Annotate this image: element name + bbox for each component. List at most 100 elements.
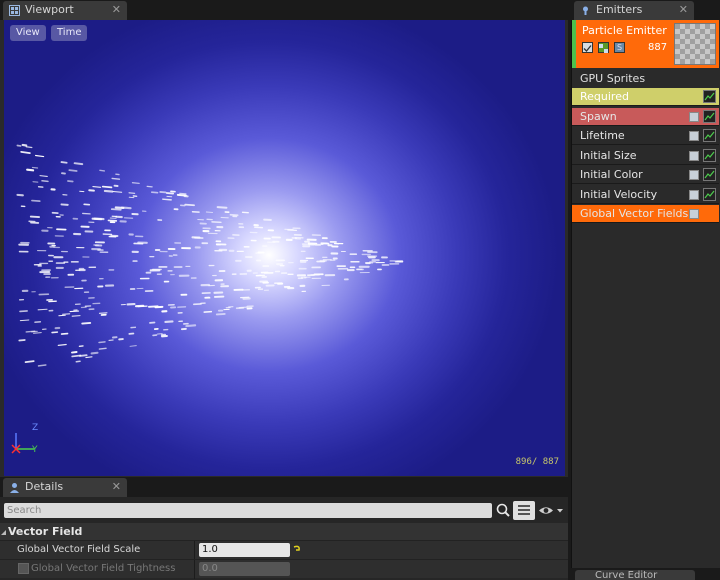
particle bbox=[60, 332, 69, 335]
module-row[interactable]: Initial Color bbox=[572, 166, 719, 184]
curve-graph-icon[interactable] bbox=[703, 90, 716, 103]
emitters-tabbar: Emitters ✕ bbox=[571, 0, 720, 20]
details-tabbar: Details ✕ bbox=[0, 477, 568, 497]
particle bbox=[20, 151, 31, 154]
module-enable-checkbox[interactable] bbox=[689, 150, 699, 161]
reset-to-default-icon[interactable] bbox=[292, 544, 302, 556]
tab-emitters[interactable]: Emitters ✕ bbox=[574, 1, 694, 20]
emitter-s-toggle[interactable]: S bbox=[614, 42, 625, 53]
emitter-header[interactable]: Particle Emitter S 887 bbox=[572, 20, 719, 68]
particle bbox=[26, 168, 35, 172]
emitter-thumbnail bbox=[674, 23, 716, 65]
module-row[interactable]: Global Vector Fields bbox=[572, 205, 719, 223]
curve-graph-icon[interactable] bbox=[703, 148, 716, 162]
particle bbox=[111, 177, 121, 180]
search-icon[interactable] bbox=[494, 502, 512, 519]
check-icon bbox=[583, 45, 592, 52]
particle bbox=[98, 347, 107, 350]
list-icon bbox=[518, 505, 530, 515]
module-enable-checkbox[interactable] bbox=[689, 111, 699, 122]
particle bbox=[73, 162, 84, 166]
particle bbox=[90, 351, 99, 355]
particle bbox=[99, 169, 106, 172]
module-row[interactable]: Initial Velocity bbox=[572, 185, 719, 204]
module-row[interactable]: Spawn bbox=[572, 107, 719, 126]
particle bbox=[81, 321, 92, 325]
close-icon[interactable]: ✕ bbox=[112, 1, 121, 19]
column-divider[interactable] bbox=[194, 541, 195, 560]
property-row-tightness: Global Vector Field Tightness 0.0 bbox=[0, 559, 568, 579]
particle bbox=[34, 154, 45, 158]
curve-graph-icon[interactable] bbox=[703, 168, 716, 181]
particle bbox=[19, 319, 30, 322]
particle bbox=[69, 310, 80, 313]
module-enable-checkbox[interactable] bbox=[689, 170, 699, 180]
curve-graph-icon[interactable] bbox=[703, 187, 716, 201]
emitters-panel: Particle Emitter S 887 GPU Sprites Requi… bbox=[571, 20, 720, 568]
particle bbox=[39, 175, 48, 177]
particle bbox=[33, 332, 42, 334]
particle bbox=[71, 315, 81, 317]
particle bbox=[25, 330, 36, 333]
close-icon[interactable]: ✕ bbox=[112, 478, 121, 496]
particle bbox=[71, 354, 82, 358]
module-row[interactable]: Lifetime bbox=[572, 127, 719, 145]
tightness-value-field[interactable]: 0.0 bbox=[199, 562, 290, 576]
axis-z-label: Z bbox=[32, 423, 38, 433]
particle bbox=[92, 186, 102, 188]
category-label: Vector Field bbox=[8, 525, 83, 538]
details-search-input[interactable]: Search bbox=[4, 503, 492, 518]
curve-graph-icon[interactable] bbox=[703, 109, 716, 123]
viewport-icon bbox=[9, 5, 20, 16]
tab-emitters-label: Emitters bbox=[596, 3, 643, 16]
particle bbox=[31, 166, 39, 169]
particle bbox=[25, 146, 33, 149]
view-menu-button[interactable]: View bbox=[10, 25, 46, 41]
viewport-panel: View Time Z Y 896/ 887 bbox=[0, 20, 568, 477]
particle bbox=[24, 360, 35, 364]
module-label: Initial Velocity bbox=[580, 187, 658, 201]
particle-counter: 896/ 887 bbox=[515, 457, 559, 467]
module-enable-checkbox[interactable] bbox=[689, 209, 699, 219]
particle bbox=[165, 192, 175, 195]
particle bbox=[37, 308, 48, 311]
module-row[interactable]: Required bbox=[572, 88, 719, 106]
module-label: Spawn bbox=[580, 109, 617, 123]
particle bbox=[85, 356, 93, 359]
property-label: Global Vector Field Scale bbox=[17, 544, 141, 555]
scale-value-field[interactable]: 1.0 bbox=[199, 543, 290, 557]
particle bbox=[71, 351, 78, 354]
view-options-button[interactable] bbox=[513, 501, 535, 520]
module-row[interactable]: Initial Size bbox=[572, 146, 719, 165]
tab-details[interactable]: Details ✕ bbox=[3, 478, 127, 497]
module-enable-checkbox[interactable] bbox=[689, 189, 699, 200]
particle bbox=[164, 320, 174, 324]
particle bbox=[41, 179, 49, 183]
emitter-type-label: GPU Sprites bbox=[580, 72, 646, 85]
property-label: Global Vector Field Tightness bbox=[31, 563, 176, 574]
particle bbox=[37, 364, 47, 367]
particle bbox=[101, 185, 113, 189]
emitter-enable-checkbox[interactable] bbox=[582, 42, 593, 53]
particle bbox=[31, 199, 41, 203]
emitter-solo-checkbox[interactable] bbox=[598, 42, 609, 53]
category-vector-field[interactable]: Vector Field bbox=[0, 523, 568, 540]
module-label: Required bbox=[580, 90, 629, 103]
particle bbox=[21, 143, 28, 147]
particle bbox=[131, 182, 140, 185]
axis-y-label: Y bbox=[31, 445, 38, 455]
module-label: Global Vector Fields bbox=[580, 207, 689, 220]
tab-viewport[interactable]: Viewport ✕ bbox=[3, 1, 127, 20]
particle-viewport[interactable]: View Time Z Y 896/ 887 bbox=[4, 20, 565, 476]
particle bbox=[179, 192, 187, 195]
column-divider[interactable] bbox=[194, 560, 195, 579]
eye-visibility-icon[interactable] bbox=[538, 503, 564, 518]
tab-curve-editor[interactable]: Curve Editor bbox=[575, 570, 695, 580]
particle bbox=[98, 341, 106, 344]
close-icon[interactable]: ✕ bbox=[679, 1, 688, 19]
curve-graph-icon[interactable] bbox=[703, 129, 716, 142]
module-enable-checkbox[interactable] bbox=[689, 131, 699, 141]
property-row-scale: Global Vector Field Scale 1.0 bbox=[0, 540, 568, 560]
time-menu-button[interactable]: Time bbox=[51, 25, 88, 41]
tightness-override-checkbox[interactable] bbox=[18, 563, 29, 574]
